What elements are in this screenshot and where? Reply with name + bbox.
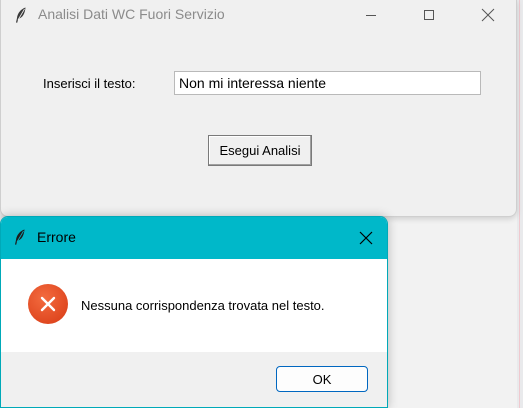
text-input[interactable]: [174, 71, 481, 95]
desktop-background: [517, 0, 523, 408]
feather-icon: [15, 7, 27, 23]
main-window: Analisi Dati WC Fuori Servizio Inserisci…: [0, 0, 517, 217]
close-button[interactable]: [465, 0, 511, 30]
error-dialog-footer: OK: [1, 352, 387, 407]
error-dialog: Errore Nessuna corrispondenza trovata ne…: [0, 216, 388, 408]
run-analysis-button[interactable]: Esegui Analisi: [208, 135, 312, 166]
error-dialog-title: Errore: [37, 229, 76, 245]
ok-button[interactable]: OK: [276, 366, 368, 392]
feather-icon: [14, 229, 26, 245]
window-title: Analisi Dati WC Fuori Servizio: [38, 6, 225, 22]
close-icon: [359, 231, 373, 245]
minimize-icon: [366, 15, 376, 16]
error-x-icon: [28, 284, 68, 324]
error-dialog-body: Nessuna corrispondenza trovata nel testo…: [1, 259, 387, 352]
error-message: Nessuna corrispondenza trovata nel testo…: [81, 298, 325, 313]
error-close-button[interactable]: [343, 217, 387, 259]
close-icon: [481, 8, 495, 22]
error-dialog-titlebar[interactable]: Errore: [1, 217, 387, 259]
maximize-icon: [424, 10, 434, 20]
maximize-button[interactable]: [406, 0, 452, 30]
minimize-button[interactable]: [348, 0, 394, 30]
main-titlebar[interactable]: Analisi Dati WC Fuori Servizio: [1, 0, 516, 30]
text-input-label: Inserisci il testo:: [43, 76, 136, 91]
